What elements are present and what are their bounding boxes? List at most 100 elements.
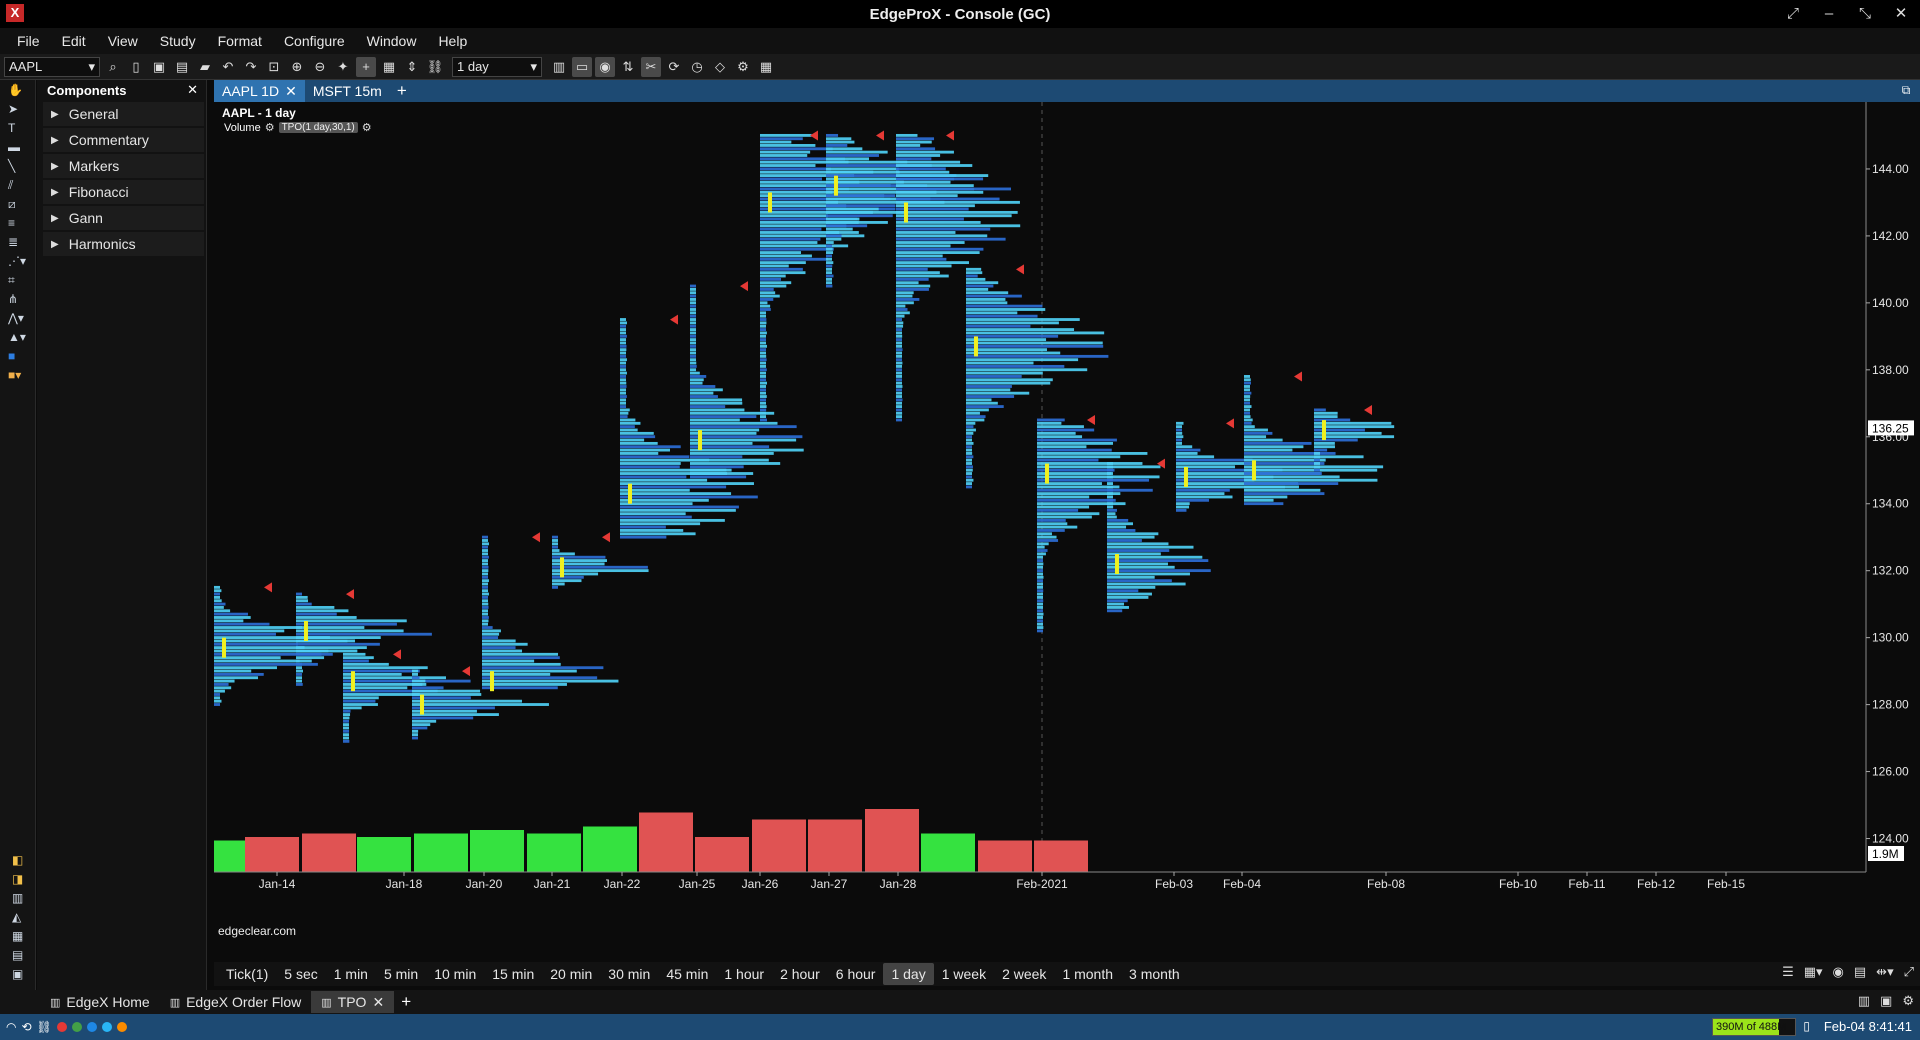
workspace-tab-edgex-home[interactable]: ▥ EdgeX Home [40, 991, 160, 1013]
sidebar-toggle-icon[interactable]: ▥ [1858, 993, 1870, 1009]
tools-icon[interactable]: ✂ [641, 56, 661, 77]
grid-icon[interactable]: ▦ [8, 927, 36, 945]
status-dot-green[interactable] [71, 1022, 82, 1032]
interval-10min[interactable]: 10 min [426, 963, 484, 985]
components-item-general[interactable]: ▶ General [43, 102, 204, 126]
calendar-icon[interactable]: ▦▾ [1804, 964, 1823, 980]
components-item-commentary[interactable]: ▶ Commentary [43, 128, 204, 152]
interval-2week[interactable]: 2 week [994, 963, 1054, 985]
status-dot-lightblue[interactable] [101, 1022, 112, 1032]
close-icon[interactable]: ✕ [187, 82, 198, 98]
minimize-icon[interactable]: – [1818, 3, 1840, 25]
table-icon[interactable]: ▦ [756, 57, 776, 77]
close-icon[interactable]: ✕ [372, 994, 384, 1011]
components-item-gann[interactable]: ▶ Gann [43, 206, 204, 230]
rectangle-icon[interactable]: ■ [4, 347, 32, 365]
sort-icon[interactable]: ⇅ [618, 57, 638, 77]
tab-msft-15m[interactable]: MSFT 15m [305, 80, 390, 102]
fib-extension-icon[interactable]: ≣ [4, 233, 32, 251]
menu-lines-icon[interactable]: ☰ [1782, 964, 1794, 980]
zoom-in-icon[interactable]: ⊕ [287, 57, 307, 77]
chat-icon[interactable]: ◉ [595, 56, 615, 77]
layers-icon[interactable]: ▣ [1880, 993, 1892, 1009]
interval-6hour[interactable]: 6 hour [828, 963, 884, 985]
save-icon[interactable]: ▣ [149, 57, 169, 77]
close-icon[interactable]: ✕ [1890, 3, 1912, 25]
stack-alt-icon[interactable]: ◨ [8, 870, 36, 888]
history-icon[interactable]: ◷ [687, 57, 707, 77]
interval-1min[interactable]: 1 min [326, 963, 376, 985]
tpo-chart[interactable]: 144.00142.00140.00138.00136.00134.00132.… [214, 102, 1920, 952]
interval-30min[interactable]: 30 min [600, 963, 658, 985]
components-item-harmonics[interactable]: ▶ Harmonics [43, 232, 204, 256]
pattern-icon[interactable]: ⋀▾ [4, 309, 32, 327]
ruler-icon[interactable]: ▬ [4, 138, 32, 156]
calculator-icon[interactable]: ▣ [8, 965, 36, 983]
add-tab-icon[interactable]: + [390, 81, 414, 101]
line-icon[interactable]: ╲ [4, 157, 32, 175]
search-icon[interactable]: ⌕ [103, 57, 123, 77]
interval-select[interactable]: 1 day ▾ [452, 56, 542, 77]
connection-icon[interactable]: ⟲ [21, 1020, 31, 1034]
menu-window[interactable]: Window [356, 28, 428, 54]
menu-file[interactable]: File [6, 28, 51, 54]
refresh-icon[interactable]: ⟳ [664, 57, 684, 77]
interval-1month[interactable]: 1 month [1054, 963, 1121, 985]
pitchfork-icon[interactable]: ⋔ [4, 290, 32, 308]
gear-icon[interactable]: ⚙ [1902, 993, 1914, 1009]
chart-type-icon[interactable]: ▥ [549, 57, 569, 77]
status-dot-orange[interactable] [116, 1022, 127, 1032]
fib-retracement-icon[interactable]: ≡ [4, 214, 32, 232]
menu-edit[interactable]: Edit [51, 28, 97, 54]
fit-screen-icon[interactable]: ⤢ [1904, 964, 1914, 980]
comment-icon[interactable]: ▭ [572, 56, 592, 77]
chart-area[interactable]: 144.00 142.00 140.00 138.00 136.00 134.00 132.… [214, 102, 1920, 952]
layout-icon[interactable]: ▦ [379, 57, 399, 77]
stack-icon[interactable]: ◧ [8, 851, 36, 869]
tpo-study-label[interactable]: TPO(1 day,30,1) [278, 122, 358, 133]
arrow-marker-icon[interactable]: ▲▾ [4, 328, 32, 346]
interval-5min[interactable]: 5 min [376, 963, 426, 985]
interval-1hour[interactable]: 1 hour [716, 963, 772, 985]
link-icon[interactable]: ⛓ [37, 1020, 52, 1034]
width-icon[interactable]: ⇹▾ [1876, 964, 1893, 980]
workspace-tab-tpo[interactable]: ▥ TPO ✕ [311, 991, 395, 1013]
interval-20min[interactable]: 20 min [542, 963, 600, 985]
redo-icon[interactable]: ↷ [241, 57, 261, 77]
interval-2hour[interactable]: 2 hour [772, 963, 828, 985]
zoom-out-icon[interactable]: ⊖ [310, 57, 330, 77]
bar-chart-icon[interactable]: ▥ [8, 889, 36, 907]
menu-format[interactable]: Format [207, 28, 273, 54]
wifi-icon[interactable]: ◠ [6, 1020, 16, 1034]
interval-45min[interactable]: 45 min [658, 963, 716, 985]
interval-1week[interactable]: 1 week [934, 963, 994, 985]
snapshot-icon[interactable]: ⊡ [264, 57, 284, 77]
tag-icon[interactable]: ◇ [710, 57, 730, 77]
channel-icon[interactable]: ⧄ [4, 195, 32, 213]
crosshair-icon[interactable]: + [356, 56, 376, 77]
menu-study[interactable]: Study [149, 28, 207, 54]
link-icon[interactable]: ⛓ [425, 57, 445, 77]
eye-icon[interactable]: ◉ [1833, 964, 1844, 980]
menu-help[interactable]: Help [427, 28, 478, 54]
undo-icon[interactable]: ↶ [218, 57, 238, 77]
gear-icon[interactable]: ⚙ [362, 121, 372, 134]
text-icon[interactable]: T [4, 119, 32, 137]
interval-3month[interactable]: 3 month [1121, 963, 1188, 985]
components-item-fibonacci[interactable]: ▶ Fibonacci [43, 180, 204, 204]
new-file-icon[interactable]: ▯ [126, 57, 146, 77]
symbol-input[interactable]: AAPL ▾ [4, 56, 100, 77]
status-dot-red[interactable] [56, 1022, 67, 1032]
layout-icon[interactable]: ▤ [1854, 964, 1866, 980]
gear-icon[interactable]: ⚙ [733, 57, 753, 77]
memory-indicator[interactable]: 390M of 488M [1712, 1018, 1796, 1036]
components-item-markers[interactable]: ▶ Markers [43, 154, 204, 178]
tab-aapl-1d[interactable]: AAPL 1D ✕ [214, 80, 305, 102]
menu-view[interactable]: View [97, 28, 149, 54]
close-icon[interactable]: ✕ [285, 83, 297, 100]
interval-tick[interactable]: Tick(1) [218, 963, 276, 985]
maximize-icon[interactable]: ⤡ [1854, 3, 1876, 25]
fib-fan-icon[interactable]: ⋰▾ [4, 252, 32, 270]
save-as-icon[interactable]: ▤ [172, 57, 192, 77]
menu-configure[interactable]: Configure [273, 28, 356, 54]
